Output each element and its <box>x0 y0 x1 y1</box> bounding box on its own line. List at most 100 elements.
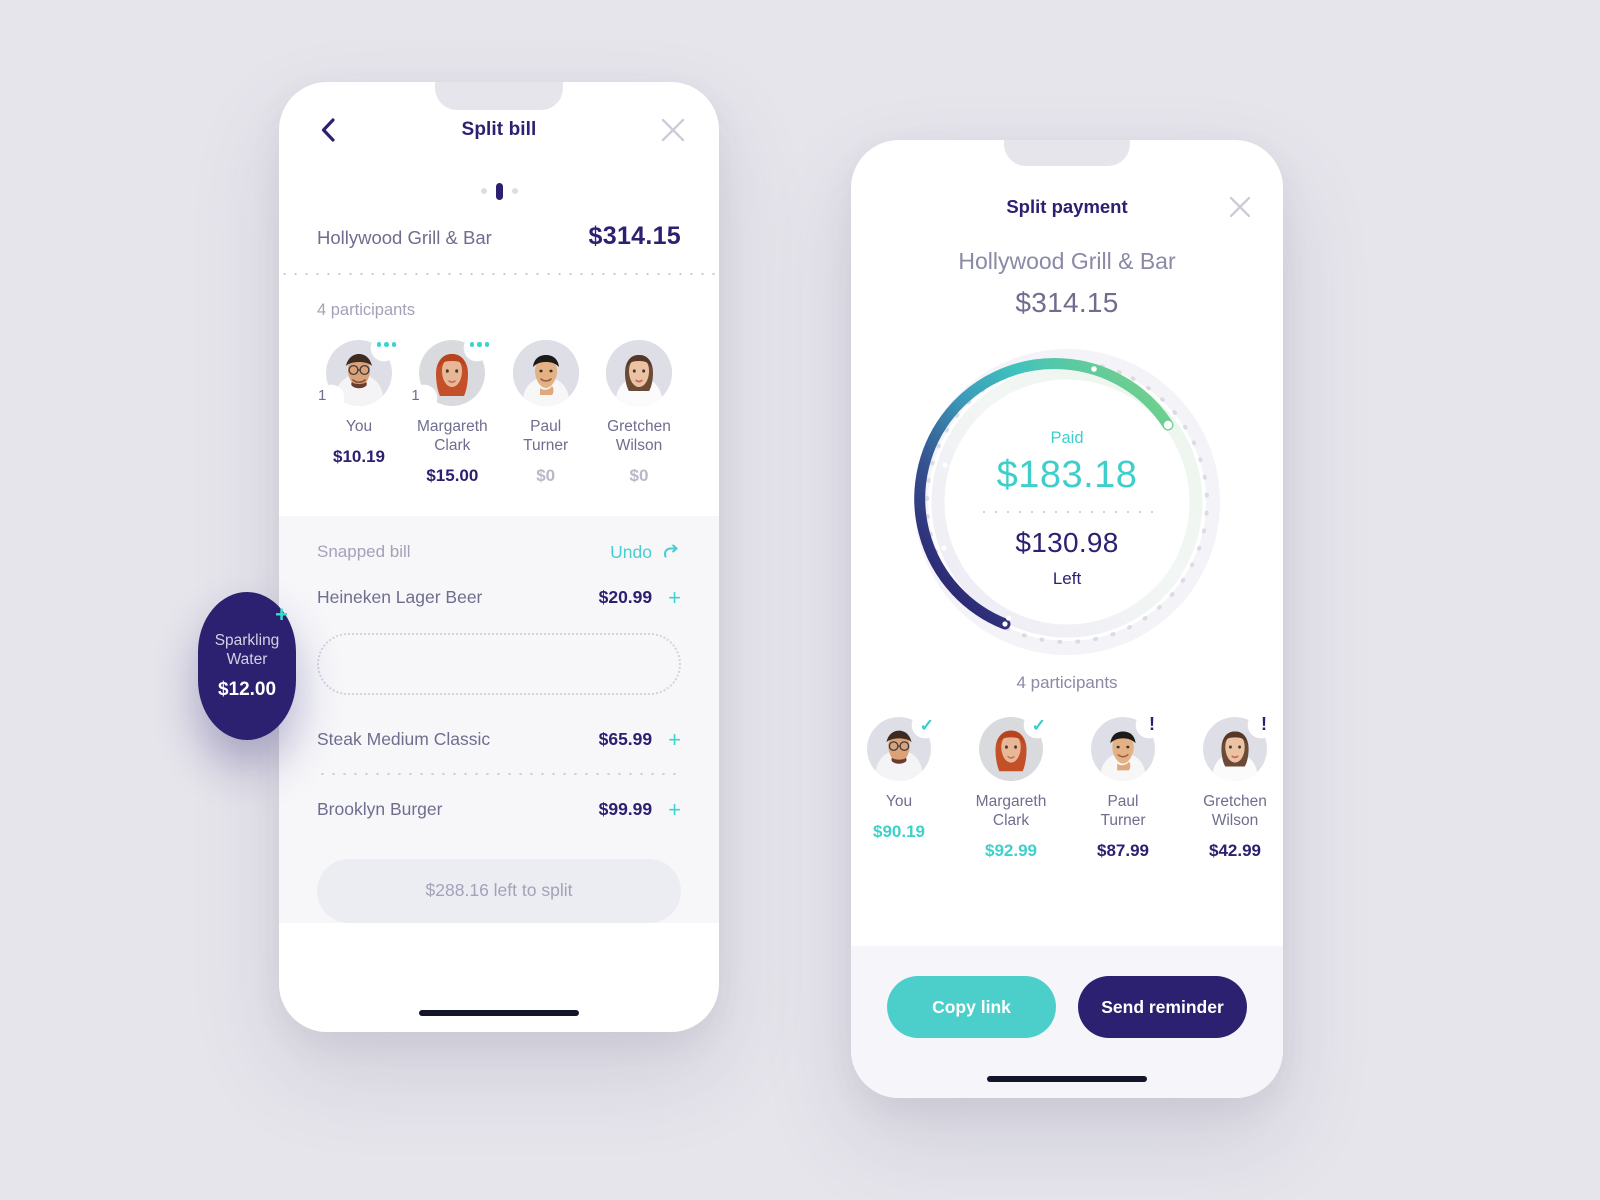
merchant-name: Hollywood Grill & Bar <box>958 248 1176 274</box>
avatar-wrap: ! <box>1091 714 1155 781</box>
item-actions: $20.99 + <box>599 586 681 609</box>
item-price: $99.99 <box>598 799 653 820</box>
page-dot <box>480 188 487 194</box>
avatar-image-gretchen <box>605 340 672 406</box>
redo-arrow-icon <box>663 544 678 558</box>
left-label: Left <box>1052 568 1082 588</box>
participant-amount: $92.99 <box>985 840 1037 860</box>
participant-paul-turner[interactable]: Paul Turner $0 <box>500 340 592 486</box>
page-title: Split payment <box>1006 196 1128 217</box>
more-options-icon[interactable] <box>469 342 490 347</box>
plus-icon[interactable]: + <box>668 728 681 751</box>
plus-icon[interactable]: + <box>275 604 288 626</box>
avatar-wrap <box>605 340 672 406</box>
phone-split-bill: Split bill Hollywood Grill & Bar $314.15… <box>279 82 719 1032</box>
avatar <box>419 340 486 406</box>
item-count-badge: 1 <box>411 387 420 404</box>
bill-total: $314.15 <box>588 222 681 250</box>
participant-amount: $87.99 <box>1097 840 1149 860</box>
copy-link-button[interactable]: Copy link <box>887 976 1056 1038</box>
close-icon <box>1229 196 1251 218</box>
gauge-tick <box>1005 615 1012 621</box>
plus-icon[interactable]: + <box>668 798 681 821</box>
draggable-item-bubble[interactable]: + Sparkling Water $12.00 <box>198 592 296 740</box>
payment-progress-gauge: Paid $183.18 $130.98 Left <box>887 337 1247 667</box>
divider <box>978 510 1156 513</box>
item-drop-slot[interactable] <box>317 632 681 695</box>
close-button[interactable] <box>1227 194 1253 220</box>
page-dot <box>511 188 518 194</box>
avatar-wrap: 1 <box>318 340 396 406</box>
home-indicator <box>987 1076 1147 1082</box>
more-options-icon[interactable] <box>376 342 396 347</box>
participants-count-label: 4 participants <box>317 301 416 319</box>
avatar-image-paul <box>512 340 579 406</box>
avatar-image-margareth <box>419 340 486 406</box>
bubble-item-amount: $12.00 <box>217 679 277 701</box>
participant-margareth-clark[interactable]: 1 Margareth Clark $15.00 <box>406 340 498 486</box>
participant-paul-turner[interactable]: ! Paul Turner $87.99 <box>1081 714 1165 861</box>
snapped-bill-header: Snapped bill Undo <box>317 542 681 563</box>
avatar-wrap: ! <box>1203 714 1267 781</box>
avatar <box>1091 717 1155 781</box>
item-name: Brooklyn Burger <box>317 799 443 820</box>
phone-split-payment: Split payment Hollywood Grill & Bar $314… <box>851 140 1283 1098</box>
bubble-item-name: Sparkling Water <box>214 631 280 668</box>
avatar <box>512 340 579 406</box>
exclamation-icon: ! <box>1149 714 1155 734</box>
participant-gretchen-wilson[interactable]: ! Gretchen Wilson $42.99 <box>1193 714 1277 861</box>
avatar-wrap <box>512 340 579 406</box>
check-icon: ✓ <box>1031 716 1046 735</box>
participant-margareth-clark[interactable]: ✓ Margareth Clark $92.99 <box>969 717 1053 861</box>
plus-icon[interactable]: + <box>668 586 681 609</box>
snapped-bill-title: Snapped bill <box>317 542 411 562</box>
item-count-badge: 1 <box>318 387 327 404</box>
avatar-image-you <box>326 340 392 406</box>
bill-item-row[interactable]: Steak Medium Classic $65.99 + <box>317 705 681 773</box>
undo-button[interactable]: Undo <box>610 542 681 563</box>
participant-you[interactable]: 1 You $10.19 <box>313 340 405 486</box>
participant-name: Paul Turner <box>1100 793 1146 829</box>
close-icon <box>661 118 685 142</box>
bill-item-row[interactable]: Brooklyn Burger $99.99 + <box>317 775 681 843</box>
item-actions: $65.99 + <box>598 728 681 751</box>
chevron-left-icon <box>321 118 335 142</box>
item-price: $65.99 <box>598 729 653 750</box>
close-button[interactable] <box>659 116 687 144</box>
participant-name: Gretchen Wilson <box>607 418 671 454</box>
avatar-wrap: ✓ <box>867 716 934 781</box>
participant-name: Gretchen Wilson <box>1203 793 1267 829</box>
item-name: Heineken Lager Beer <box>317 587 483 608</box>
item-name: Steak Medium Classic <box>317 729 491 750</box>
check-icon: ✓ <box>919 716 934 735</box>
participant-you[interactable]: ✓ You $90.19 <box>857 717 941 861</box>
participant-gretchen-wilson[interactable]: Gretchen Wilson $0 <box>593 340 685 486</box>
undo-label: Undo <box>610 541 652 562</box>
page-indicator[interactable] <box>279 178 719 204</box>
merchant-name: Hollywood Grill & Bar <box>317 227 492 248</box>
participants-count-label: 4 participants <box>1016 673 1118 692</box>
participant-amount: $0 <box>536 465 556 485</box>
avatar-wrap: 1 <box>411 340 490 406</box>
gauge-tick <box>942 462 948 468</box>
page-dot-active <box>495 182 503 200</box>
left-to-split-button[interactable]: $288.16 left to split <box>317 858 681 923</box>
bill-total: $314.15 <box>1015 287 1119 318</box>
page-title: Split bill <box>461 119 537 140</box>
avatar-wrap: ✓ <box>979 716 1046 781</box>
bill-summary-row: Hollywood Grill & Bar $314.15 <box>279 204 719 273</box>
bill-item-row[interactable]: Heineken Lager Beer $20.99 + <box>317 563 681 631</box>
gauge-center-readout: Paid $183.18 $130.98 Left <box>952 429 1182 589</box>
send-reminder-button[interactable]: Send reminder <box>1078 976 1247 1038</box>
participant-name: Margareth Clark <box>417 418 488 454</box>
canvas: Split bill Hollywood Grill & Bar $314.15… <box>0 0 1600 1200</box>
back-button[interactable] <box>315 117 341 143</box>
avatar <box>1203 717 1267 781</box>
payment-participants: ✓ You $90.19 ✓ Margareth Clark $92.99 ! … <box>851 714 1283 861</box>
participant-amount: $42.99 <box>1209 840 1261 860</box>
exclamation-icon: ! <box>1261 714 1267 734</box>
participant-name: Margareth Clark <box>975 793 1047 829</box>
participant-amount: $15.00 <box>426 465 479 485</box>
avatar-image-gretchen <box>1203 717 1267 781</box>
participants-section: 4 participants 1 You $10.19 1 Margareth … <box>279 275 719 516</box>
